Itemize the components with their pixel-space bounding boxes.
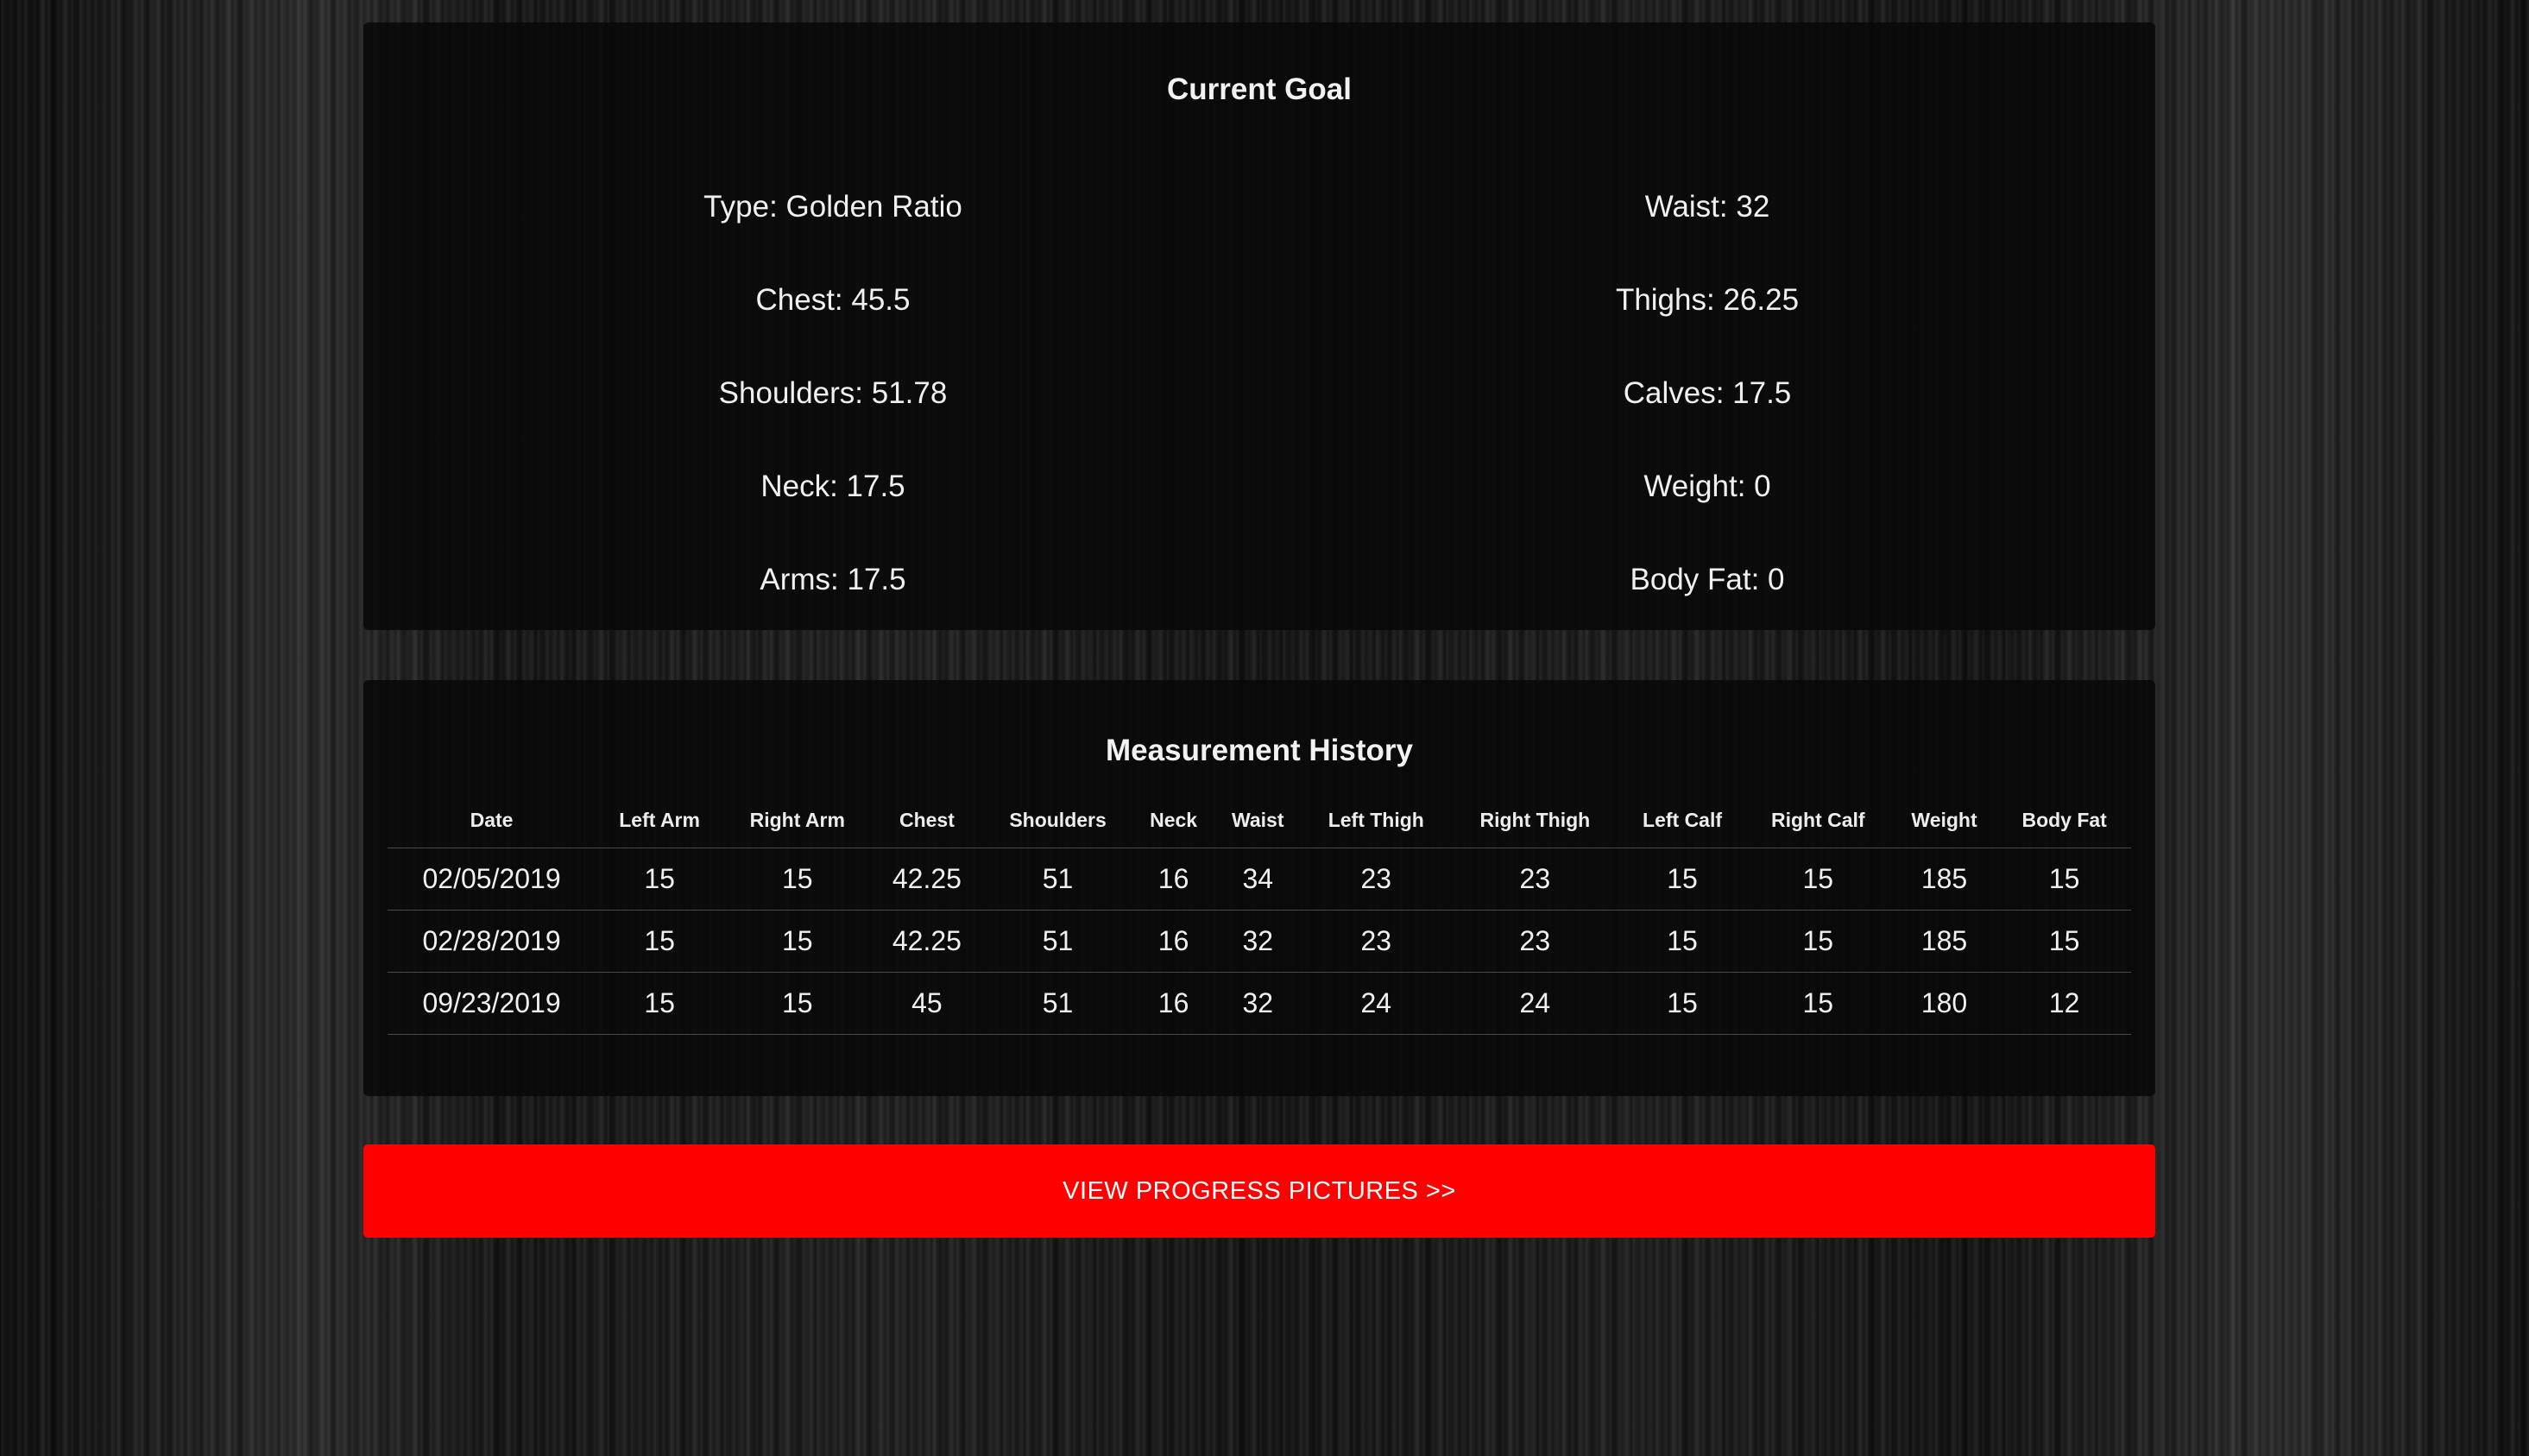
cell-chest: 42.25: [871, 910, 983, 973]
cell-date: 02/28/2019: [388, 910, 596, 973]
cell-right-arm: 15: [723, 848, 872, 911]
table-row: 09/23/2019 15 15 45 51 16 32 24 24 15 15…: [388, 972, 2131, 1035]
current-goal-panel: Current Goal TypeGolden Ratio Chest45.5 …: [363, 22, 2155, 630]
goal-column-left: TypeGolden Ratio Chest45.5 Shoulders51.7…: [363, 161, 1259, 627]
goal-column-right: Waist32 Thighs26.25 Calves17.5 Weight0 B…: [1259, 161, 2155, 627]
goal-type: TypeGolden Ratio: [363, 161, 1259, 254]
cell-left-thigh: 23: [1302, 910, 1451, 973]
goal-neck: Neck17.5: [363, 440, 1259, 533]
view-progress-pictures-button[interactable]: VIEW PROGRESS PICTURES >>: [363, 1144, 2155, 1238]
cell-right-thigh: 24: [1450, 972, 1620, 1035]
cell-left-thigh: 24: [1302, 972, 1451, 1035]
cell-date: 09/23/2019: [388, 972, 596, 1035]
cell-left-arm: 15: [596, 972, 724, 1035]
cell-neck: 16: [1132, 972, 1214, 1035]
cell-right-calf: 15: [1744, 848, 1891, 911]
cell-weight: 185: [1890, 848, 1998, 911]
cell-right-thigh: 23: [1450, 910, 1620, 973]
goal-thighs: Thighs26.25: [1259, 254, 2155, 347]
goal-weight: Weight0: [1259, 440, 2155, 533]
goal-waist: Waist32: [1259, 161, 2155, 254]
cell-left-arm: 15: [596, 910, 724, 973]
cell-body-fat: 12: [1997, 972, 2131, 1035]
goal-chest: Chest45.5: [363, 254, 1259, 347]
cell-waist: 34: [1214, 848, 1302, 911]
table-row: 02/28/2019 15 15 42.25 51 16 32 23 23 15…: [388, 910, 2131, 973]
cell-neck: 16: [1132, 848, 1214, 911]
column-header-chest: Chest: [871, 792, 983, 848]
cell-chest: 42.25: [871, 848, 983, 911]
cell-left-calf: 15: [1619, 972, 1745, 1035]
column-header-right-arm: Right Arm: [723, 792, 872, 848]
goal-shoulders: Shoulders51.78: [363, 347, 1259, 440]
goal-calves: Calves17.5: [1259, 347, 2155, 440]
cell-shoulders: 51: [982, 910, 1133, 973]
table-row: 02/05/2019 15 15 42.25 51 16 34 23 23 15…: [388, 848, 2131, 911]
cell-left-thigh: 23: [1302, 848, 1451, 911]
column-header-date: Date: [388, 792, 596, 848]
cell-date: 02/05/2019: [388, 848, 596, 911]
goal-body-fat: Body Fat0: [1259, 533, 2155, 627]
cell-right-arm: 15: [723, 910, 872, 973]
column-header-left-calf: Left Calf: [1619, 792, 1745, 848]
measurement-history-panel: Measurement History Date Left Arm Right …: [363, 680, 2155, 1096]
cell-neck: 16: [1132, 910, 1214, 973]
measurement-history-table: Date Left Arm Right Arm Chest Shoulders …: [388, 792, 2131, 1035]
column-header-waist: Waist: [1214, 792, 1302, 848]
column-header-weight: Weight: [1890, 792, 1998, 848]
cell-weight: 180: [1890, 972, 1998, 1035]
cell-right-calf: 15: [1744, 910, 1891, 973]
cell-right-thigh: 23: [1450, 848, 1620, 911]
cell-left-calf: 15: [1619, 848, 1745, 911]
cell-right-calf: 15: [1744, 972, 1891, 1035]
cell-waist: 32: [1214, 910, 1302, 973]
cell-waist: 32: [1214, 972, 1302, 1035]
cell-left-arm: 15: [596, 848, 724, 911]
cell-left-calf: 15: [1619, 910, 1745, 973]
cell-weight: 185: [1890, 910, 1998, 973]
cell-body-fat: 15: [1997, 910, 2131, 973]
column-header-neck: Neck: [1132, 792, 1214, 848]
cell-shoulders: 51: [982, 972, 1133, 1035]
column-header-body-fat: Body Fat: [1997, 792, 2131, 848]
goal-arms: Arms17.5: [363, 533, 1259, 627]
measurement-history-title: Measurement History: [1106, 734, 1413, 767]
column-header-right-thigh: Right Thigh: [1450, 792, 1620, 848]
cell-chest: 45: [871, 972, 983, 1035]
table-header-row: Date Left Arm Right Arm Chest Shoulders …: [388, 792, 2131, 848]
cell-right-arm: 15: [723, 972, 872, 1035]
cell-body-fat: 15: [1997, 848, 2131, 911]
column-header-left-thigh: Left Thigh: [1302, 792, 1451, 848]
goal-grid: TypeGolden Ratio Chest45.5 Shoulders51.7…: [363, 161, 2155, 627]
column-header-shoulders: Shoulders: [982, 792, 1133, 848]
cell-shoulders: 51: [982, 848, 1133, 911]
column-header-right-calf: Right Calf: [1744, 792, 1891, 848]
current-goal-title: Current Goal: [1167, 72, 1352, 106]
column-header-left-arm: Left Arm: [596, 792, 724, 848]
